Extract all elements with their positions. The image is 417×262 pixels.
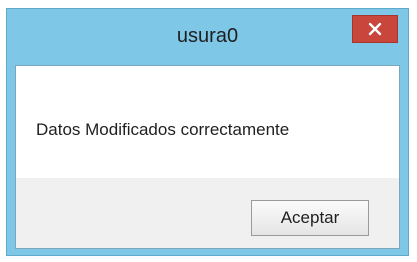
close-button[interactable] [352, 15, 398, 43]
close-icon [368, 22, 382, 36]
dialog-footer: Aceptar [16, 178, 399, 248]
title-bar[interactable]: usura0 [7, 9, 408, 59]
window-title: usura0 [176, 25, 239, 47]
message-dialog: usura0 Datos Modificados correctamente A… [6, 8, 409, 256]
dialog-message: Datos Modificados correctamente [36, 120, 290, 139]
dialog-body: Datos Modificados correctamente Aceptar [15, 65, 400, 249]
accept-button[interactable]: Aceptar [251, 200, 369, 236]
background-heading-fragment [40, 0, 400, 2]
